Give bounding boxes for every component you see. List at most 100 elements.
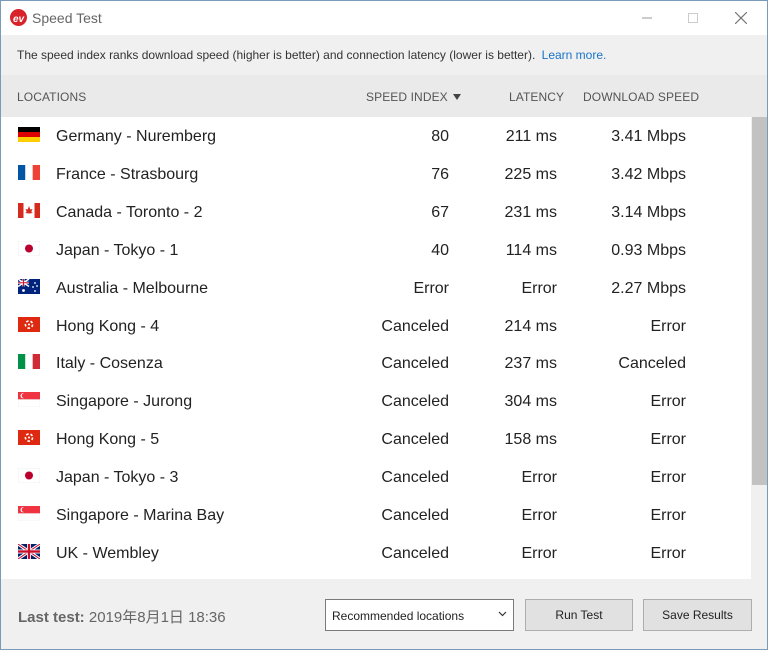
latency-value: Error <box>521 279 557 297</box>
speed-index-value: Canceled <box>381 544 449 562</box>
latency-value: 304 ms <box>504 393 557 411</box>
speed-test-window: ev Speed Test The speed index ranks down… <box>0 0 768 650</box>
download-speed-value: Canceled <box>618 355 686 373</box>
last-test-label: Last test: <box>18 609 85 626</box>
scrollbar-thumb[interactable] <box>752 117 767 485</box>
run-test-button[interactable]: Run Test <box>525 599 633 631</box>
table-row[interactable]: Singapore - Jurong Canceled 304 ms Error <box>1 382 751 420</box>
table-row[interactable]: Singapore - Marina Bay Canceled Error Error <box>1 496 751 534</box>
download-speed-value: 0.93 Mbps <box>611 241 686 259</box>
speed-index-value: 67 <box>431 203 449 221</box>
germany-flag-icon <box>18 127 40 142</box>
latency-value: 225 ms <box>504 165 557 183</box>
latency-value: 211 ms <box>505 128 557 145</box>
table-row[interactable]: Australia - Melbourne Error Error 2.27 Mbps <box>1 269 751 307</box>
latency-value: Error <box>521 507 557 524</box>
table-row[interactable]: Italy - Cosenza Canceled 237 ms Canceled <box>1 344 751 382</box>
location-name: France - Strasbourg <box>56 165 199 183</box>
hongkong-flag-icon <box>18 430 40 446</box>
speed-index-value: Canceled <box>381 317 449 335</box>
download-speed-value: 3.14 Mbps <box>611 203 686 221</box>
latency-value: 214 ms <box>504 317 557 335</box>
download-speed-value: 3.41 Mbps <box>611 128 686 145</box>
canada-flag-icon <box>18 202 40 218</box>
location-name: UK - Wembley <box>56 544 159 562</box>
expressvpn-logo-icon: ev <box>10 9 27 26</box>
speed-index-value: Canceled <box>381 469 449 487</box>
svg-text:ev: ev <box>13 14 26 25</box>
chevron-down-icon <box>498 611 507 617</box>
locations-dropdown[interactable]: Recommended locations <box>325 599 514 631</box>
speed-index-value: Canceled <box>381 431 449 449</box>
table-row[interactable]: Japan - Tokyo - 1 40 114 ms 0.93 Mbps <box>1 231 751 269</box>
japan-flag-icon <box>18 468 40 484</box>
column-header-row: LOCATIONS SPEED INDEX LATENCY DOWNLOAD S… <box>1 75 767 117</box>
japan-flag-icon <box>18 240 40 256</box>
location-name: Singapore - Marina Bay <box>56 507 225 524</box>
banner-text: The speed index ranks download speed (hi… <box>17 48 536 62</box>
close-button[interactable] <box>717 1 765 35</box>
location-name: Germany - Nuremberg <box>56 128 217 145</box>
singapore-flag-icon <box>18 392 40 408</box>
column-header-speed-index-label: SPEED INDEX <box>366 90 448 104</box>
table-row[interactable]: Hong Kong - 4 Canceled 214 ms Error <box>1 307 751 345</box>
download-speed-value: 2.27 Mbps <box>611 279 686 297</box>
table-row[interactable]: Hong Kong - 5 Canceled 158 ms Error <box>1 420 751 458</box>
sort-descending-icon <box>452 94 461 100</box>
window-title: Speed Test <box>32 10 102 26</box>
minimize-button[interactable] <box>623 1 671 35</box>
speed-index-value: Canceled <box>381 393 449 411</box>
column-header-speed-index[interactable]: SPEED INDEX <box>366 90 461 104</box>
column-header-latency[interactable]: LATENCY <box>509 90 564 104</box>
latency-value: 114 ms <box>505 241 557 259</box>
save-results-button[interactable]: Save Results <box>643 599 752 631</box>
location-name: Hong Kong - 5 <box>56 431 160 449</box>
latency-value: Error <box>521 469 557 487</box>
table-row[interactable]: Japan - Tokyo - 3 Canceled Error Error <box>1 458 751 496</box>
latency-value: Error <box>521 544 557 562</box>
download-speed-value: Error <box>650 393 686 411</box>
maximize-button[interactable] <box>669 1 717 35</box>
download-speed-value: Error <box>650 469 686 487</box>
download-speed-value: Error <box>650 431 686 449</box>
download-speed-value: Error <box>650 317 686 335</box>
column-header-locations[interactable]: LOCATIONS <box>17 90 86 104</box>
download-speed-value: Error <box>650 544 686 562</box>
italy-flag-icon <box>18 354 40 370</box>
download-speed-value: 3.42 Mbps <box>611 165 686 183</box>
location-name: Canada - Toronto - 2 <box>56 203 203 221</box>
location-name: Hong Kong - 4 <box>56 317 160 335</box>
france-flag-icon <box>18 164 40 180</box>
table-row[interactable]: UK - Wembley Canceled Error Error <box>1 534 751 572</box>
locations-dropdown-value: Recommended locations <box>332 609 465 623</box>
speed-index-value: Canceled <box>381 355 449 373</box>
australia-flag-icon <box>18 278 40 294</box>
vertical-scrollbar[interactable] <box>751 117 767 579</box>
title-bar[interactable]: ev Speed Test <box>1 1 767 35</box>
footer: Last test: 2019年8月1日 18:36 Recommended l… <box>1 579 767 649</box>
location-name: Japan - Tokyo - 3 <box>56 469 179 487</box>
minimize-icon <box>642 17 652 19</box>
table-row[interactable]: Germany - Nuremberg 80 211 ms 3.41 Mbps <box>1 117 751 155</box>
last-test-value: 2019年8月1日 18:36 <box>88 609 226 626</box>
speed-index-value: Canceled <box>381 507 449 524</box>
close-icon <box>735 12 747 24</box>
column-header-download-speed[interactable]: DOWNLOAD SPEED <box>583 90 699 104</box>
table-row[interactable]: France - Strasbourg 76 225 ms 3.42 Mbps <box>1 155 751 193</box>
locations-list[interactable]: Germany - Nuremberg 80 211 ms 3.41 Mbps Fran… <box>1 117 751 579</box>
speed-index-value: 76 <box>431 165 449 183</box>
download-speed-value: Error <box>650 507 686 524</box>
info-banner: The speed index ranks download speed (hi… <box>1 35 767 75</box>
hongkong-flag-icon <box>18 316 40 332</box>
uk-flag-icon <box>18 543 40 559</box>
singapore-flag-icon <box>18 506 40 521</box>
maximize-icon <box>688 13 698 23</box>
learn-more-link[interactable]: Learn more. <box>542 48 607 62</box>
location-name: Singapore - Jurong <box>56 393 193 411</box>
speed-index-value: 80 <box>431 128 449 145</box>
latency-value: 231 ms <box>504 203 557 221</box>
location-name: Australia - Melbourne <box>56 279 209 297</box>
last-test-info: Last test: 2019年8月1日 18:36 <box>18 606 226 627</box>
table-row[interactable]: Canada - Toronto - 2 67 231 ms 3.14 Mbps <box>1 193 751 231</box>
speed-index-value: 40 <box>431 241 449 259</box>
